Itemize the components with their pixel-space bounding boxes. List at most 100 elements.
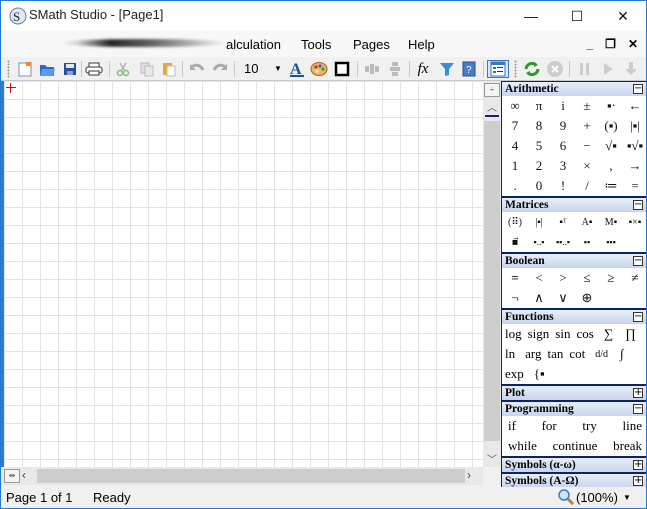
less-equal-button[interactable]: ≤ bbox=[575, 268, 599, 288]
undo-button[interactable] bbox=[188, 60, 206, 78]
symbols-lower-header[interactable]: Symbols (α-ω) + bbox=[502, 457, 646, 472]
doc-close-button[interactable]: ✕ bbox=[628, 37, 638, 51]
arrow-right-button[interactable]: → bbox=[623, 156, 646, 176]
matrix-index-button[interactable]: ▪▪▪ bbox=[599, 232, 623, 252]
toolbar-grip[interactable] bbox=[514, 60, 517, 78]
arithmetic-header[interactable]: Arithmetic − bbox=[502, 81, 646, 96]
plus-button[interactable]: + bbox=[575, 116, 599, 136]
expand-icon[interactable]: + bbox=[633, 460, 643, 470]
equals-button[interactable]: = bbox=[623, 176, 646, 196]
imaginary-button[interactable]: i bbox=[551, 96, 575, 116]
algebraic-complement-button[interactable]: A▪ bbox=[575, 212, 599, 232]
absolute-button[interactable]: |▪| bbox=[623, 116, 646, 136]
insert-function-button[interactable]: fx bbox=[414, 60, 432, 78]
new-button[interactable] bbox=[16, 60, 34, 78]
multiply-button[interactable]: × bbox=[575, 156, 599, 176]
range-button[interactable]: ▪..▪ bbox=[527, 232, 551, 252]
minus-button[interactable]: − bbox=[575, 136, 599, 156]
panel-toggle-button[interactable] bbox=[487, 60, 509, 78]
sign-button[interactable]: sign bbox=[528, 326, 550, 342]
assign-left-button[interactable]: ← bbox=[623, 96, 646, 116]
collapse-icon[interactable]: − bbox=[633, 256, 643, 266]
menu-help[interactable]: Help bbox=[408, 37, 435, 52]
open-button[interactable] bbox=[38, 60, 56, 78]
while-button[interactable]: while bbox=[508, 438, 537, 454]
close-button[interactable]: ✕ bbox=[600, 1, 646, 31]
sin-button[interactable]: sin bbox=[555, 326, 570, 342]
infinity-button[interactable]: ∞ bbox=[503, 96, 527, 116]
line-button[interactable]: line bbox=[623, 418, 643, 434]
or-button[interactable]: ∨ bbox=[551, 288, 575, 308]
vertical-scrollbar[interactable]: ÷ ︿ ﹀ bbox=[483, 81, 501, 467]
cot-button[interactable]: cot bbox=[569, 346, 585, 362]
scroll-right-icon[interactable]: › bbox=[467, 468, 481, 484]
align-vertical-button[interactable] bbox=[386, 60, 404, 78]
vector-button[interactable]: ▪⃗ bbox=[503, 232, 527, 252]
less-than-button[interactable]: < bbox=[527, 268, 551, 288]
power-button[interactable]: ▪ᐧ bbox=[599, 96, 623, 116]
decimal-point-button[interactable]: . bbox=[503, 176, 527, 196]
collapse-icon[interactable]: − bbox=[633, 84, 643, 94]
greater-than-button[interactable]: > bbox=[551, 268, 575, 288]
vertical-split-handle[interactable]: ÷ bbox=[484, 83, 500, 97]
symbols-upper-header[interactable]: Symbols (Α-Ω) + bbox=[502, 473, 646, 487]
cut-button[interactable] bbox=[114, 60, 132, 78]
digit-6-button[interactable]: 6 bbox=[551, 136, 575, 156]
digit-9-button[interactable]: 9 bbox=[551, 116, 575, 136]
digit-2-button[interactable]: 2 bbox=[527, 156, 551, 176]
digit-7-button[interactable]: 7 bbox=[503, 116, 527, 136]
toolbar-grip[interactable] bbox=[7, 60, 10, 78]
not-equal-button[interactable]: ≠ bbox=[623, 268, 646, 288]
xor-button[interactable]: ⊕ bbox=[575, 288, 599, 308]
minimize-button[interactable]: — bbox=[508, 1, 554, 31]
not-button[interactable]: ¬ bbox=[503, 288, 527, 308]
arg-button[interactable]: arg bbox=[525, 346, 541, 362]
element-index-button[interactable]: ▪▪ bbox=[575, 232, 599, 252]
define-button[interactable]: ≔ bbox=[599, 176, 623, 196]
cross-product-button[interactable]: ▪×▪ bbox=[623, 212, 646, 232]
magnifier-icon[interactable] bbox=[557, 489, 575, 505]
plot-header[interactable]: Plot + bbox=[502, 385, 646, 400]
recalculate-button[interactable] bbox=[523, 60, 541, 78]
save-button[interactable] bbox=[61, 60, 79, 78]
determinant-button[interactable]: |▪| bbox=[527, 212, 551, 232]
horizontal-scroll-thumb[interactable] bbox=[37, 469, 465, 483]
copy-button[interactable] bbox=[138, 60, 156, 78]
doc-minimize-button[interactable]: _ bbox=[586, 37, 593, 51]
ln-button[interactable]: ln bbox=[505, 346, 515, 362]
stop-button[interactable] bbox=[546, 60, 564, 78]
digit-1-button[interactable]: 1 bbox=[503, 156, 527, 176]
boolean-equal-button[interactable]: = bbox=[503, 268, 527, 288]
pause-button[interactable] bbox=[576, 60, 594, 78]
matrices-header[interactable]: Matrices − bbox=[502, 197, 646, 212]
align-horizontal-button[interactable] bbox=[363, 60, 381, 78]
chevron-down-icon[interactable]: ▼ bbox=[274, 60, 282, 78]
fill-color-button[interactable] bbox=[310, 60, 328, 78]
menu-pages[interactable]: Pages bbox=[353, 37, 390, 52]
collapse-icon[interactable]: − bbox=[633, 200, 643, 210]
maximize-button[interactable]: ☐ bbox=[554, 1, 600, 31]
boolean-header[interactable]: Boolean − bbox=[502, 253, 646, 268]
collapse-icon[interactable]: − bbox=[633, 312, 643, 322]
factorial-button[interactable]: ! bbox=[551, 176, 575, 196]
and-button[interactable]: ∧ bbox=[527, 288, 551, 308]
step-button[interactable] bbox=[622, 60, 640, 78]
filter-button[interactable] bbox=[438, 60, 456, 78]
expand-icon[interactable]: + bbox=[633, 388, 643, 398]
horizontal-scrollbar[interactable]: ⇹ ‹ › bbox=[1, 467, 483, 485]
functions-header[interactable]: Functions − bbox=[502, 309, 646, 324]
integral-button[interactable]: ∫ bbox=[620, 346, 624, 362]
digit-0-button[interactable]: 0 bbox=[527, 176, 551, 196]
derivative-button[interactable]: d/d bbox=[595, 349, 608, 360]
transpose-button[interactable]: ▪ᵀ bbox=[551, 212, 575, 232]
continue-button[interactable]: continue bbox=[553, 438, 598, 454]
scroll-left-icon[interactable]: ‹ bbox=[22, 468, 34, 484]
run-button[interactable] bbox=[599, 60, 617, 78]
menu-tools[interactable]: Tools bbox=[301, 37, 331, 52]
scroll-up-icon[interactable]: ︿ bbox=[483, 99, 501, 114]
chevron-down-icon[interactable]: ▼ bbox=[623, 490, 631, 506]
plus-minus-button[interactable]: ± bbox=[575, 96, 599, 116]
cos-button[interactable]: cos bbox=[576, 326, 593, 342]
exp-button[interactable]: exp bbox=[505, 366, 524, 382]
digit-8-button[interactable]: 8 bbox=[527, 116, 551, 136]
